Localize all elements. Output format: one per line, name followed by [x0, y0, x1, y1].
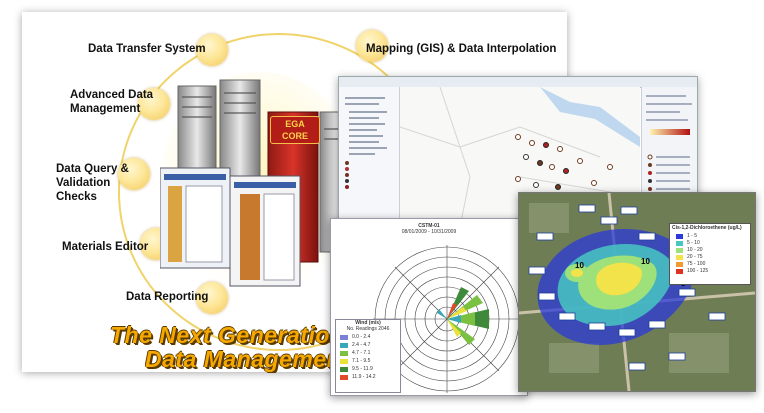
feature-label-mapping: Mapping (GIS) & Data Interpolation: [366, 43, 557, 55]
rose-bin-4: 7.1 - 9.5: [352, 358, 371, 364]
rose-date-range: 08/01/2009 - 10/31/2009: [401, 229, 457, 235]
legend-swatch-3: [340, 350, 348, 356]
legend-swatch-6: [340, 374, 348, 380]
feature-label-advanced-data: Advanced Data Management: [70, 89, 154, 115]
rose-legend-row: 11.9 - 14.2: [340, 374, 396, 380]
rose-legend-row: 2.4 - 4.7: [340, 342, 396, 348]
feature-label-data-query: Data Query & Validation Checks: [56, 163, 129, 203]
contour-bin-4: 20 - 75: [687, 254, 703, 260]
contour-swatch-5: [676, 261, 683, 267]
contour-swatch-3: [676, 247, 683, 253]
logo-text: EGA CORE: [281, 119, 308, 141]
legend-swatch-1: [340, 334, 348, 340]
legend-swatch-2: [340, 342, 348, 348]
contour-legend-row: 1 - 5: [676, 233, 744, 239]
contour-swatch-4: [676, 254, 683, 260]
contour-legend-row: 10 - 20: [676, 247, 744, 253]
rose-bin-6: 11.9 - 14.2: [352, 374, 376, 380]
gis-layers-panel: [339, 87, 400, 227]
infographic: Data Transfer System Mapping (GIS) & Dat…: [0, 0, 764, 413]
feature-label-data-transfer: Data Transfer System: [88, 43, 206, 55]
contour-bin-1: 1 - 5: [687, 233, 698, 239]
contour-legend-row: 5 - 10: [676, 240, 744, 246]
contour-legend-title: Cis-1,2-Dichloroethene (ug/L): [672, 225, 742, 231]
contour-swatch-6: [676, 268, 683, 274]
contour-bin-5: 75 - 100: [687, 261, 706, 267]
contour-legend-row: 20 - 75: [676, 254, 744, 260]
contour-map-window: 10 10 5 Cis-1,2-Dichloroethene (ug/L) 1 …: [518, 192, 756, 392]
contour-swatch-1: [676, 233, 683, 239]
rose-bin-2: 2.4 - 4.7: [352, 342, 371, 348]
contour-label-2: 10: [641, 257, 650, 266]
rose-legend-row: 9.5 - 11.9: [340, 366, 396, 372]
contour-legend-row: 100 - 125: [676, 268, 744, 274]
tagline-line1: The Next Generation in: [110, 322, 332, 348]
layers-list: [345, 97, 387, 189]
feature-label-materials-editor: Materials Editor: [62, 241, 149, 253]
contour-bin-3: 10 - 20: [687, 247, 703, 253]
legend-swatch-4: [340, 358, 348, 364]
rose-legend-row: 0.0 - 2.4: [340, 334, 396, 340]
rose-bin-1: 0.0 - 2.4: [352, 334, 371, 340]
rose-legend-row: 7.1 - 9.5: [340, 358, 396, 364]
legend-swatch-5: [340, 366, 348, 372]
rose-legend: Wind (m/s) No. Readings 2046 0.0 - 2.4 2…: [335, 319, 401, 393]
tagline-line2: Data Management: [145, 346, 332, 372]
contour-legend: Cis-1,2-Dichloroethene (ug/L) 1 - 5 5 - …: [669, 223, 751, 285]
rose-bin-3: 4.7 - 7.1: [352, 350, 371, 356]
rose-legend-readings: No. Readings 2046: [346, 326, 390, 332]
contour-bin-2: 5 - 10: [687, 240, 700, 246]
logo-badge: EGA CORE: [270, 116, 320, 144]
contour-swatch-2: [676, 240, 683, 246]
contour-legend-row: 75 - 100: [676, 261, 744, 267]
contour-bin-6: 100 - 125: [687, 268, 709, 274]
contour-label-1: 10: [575, 261, 584, 270]
wind-rose-window: CSTM-01 08/01/2009 - 10/31/2009 Wind (m/…: [330, 218, 528, 396]
rose-bin-5: 9.5 - 11.9: [352, 366, 373, 372]
rose-legend-row: 4.7 - 7.1: [340, 350, 396, 356]
